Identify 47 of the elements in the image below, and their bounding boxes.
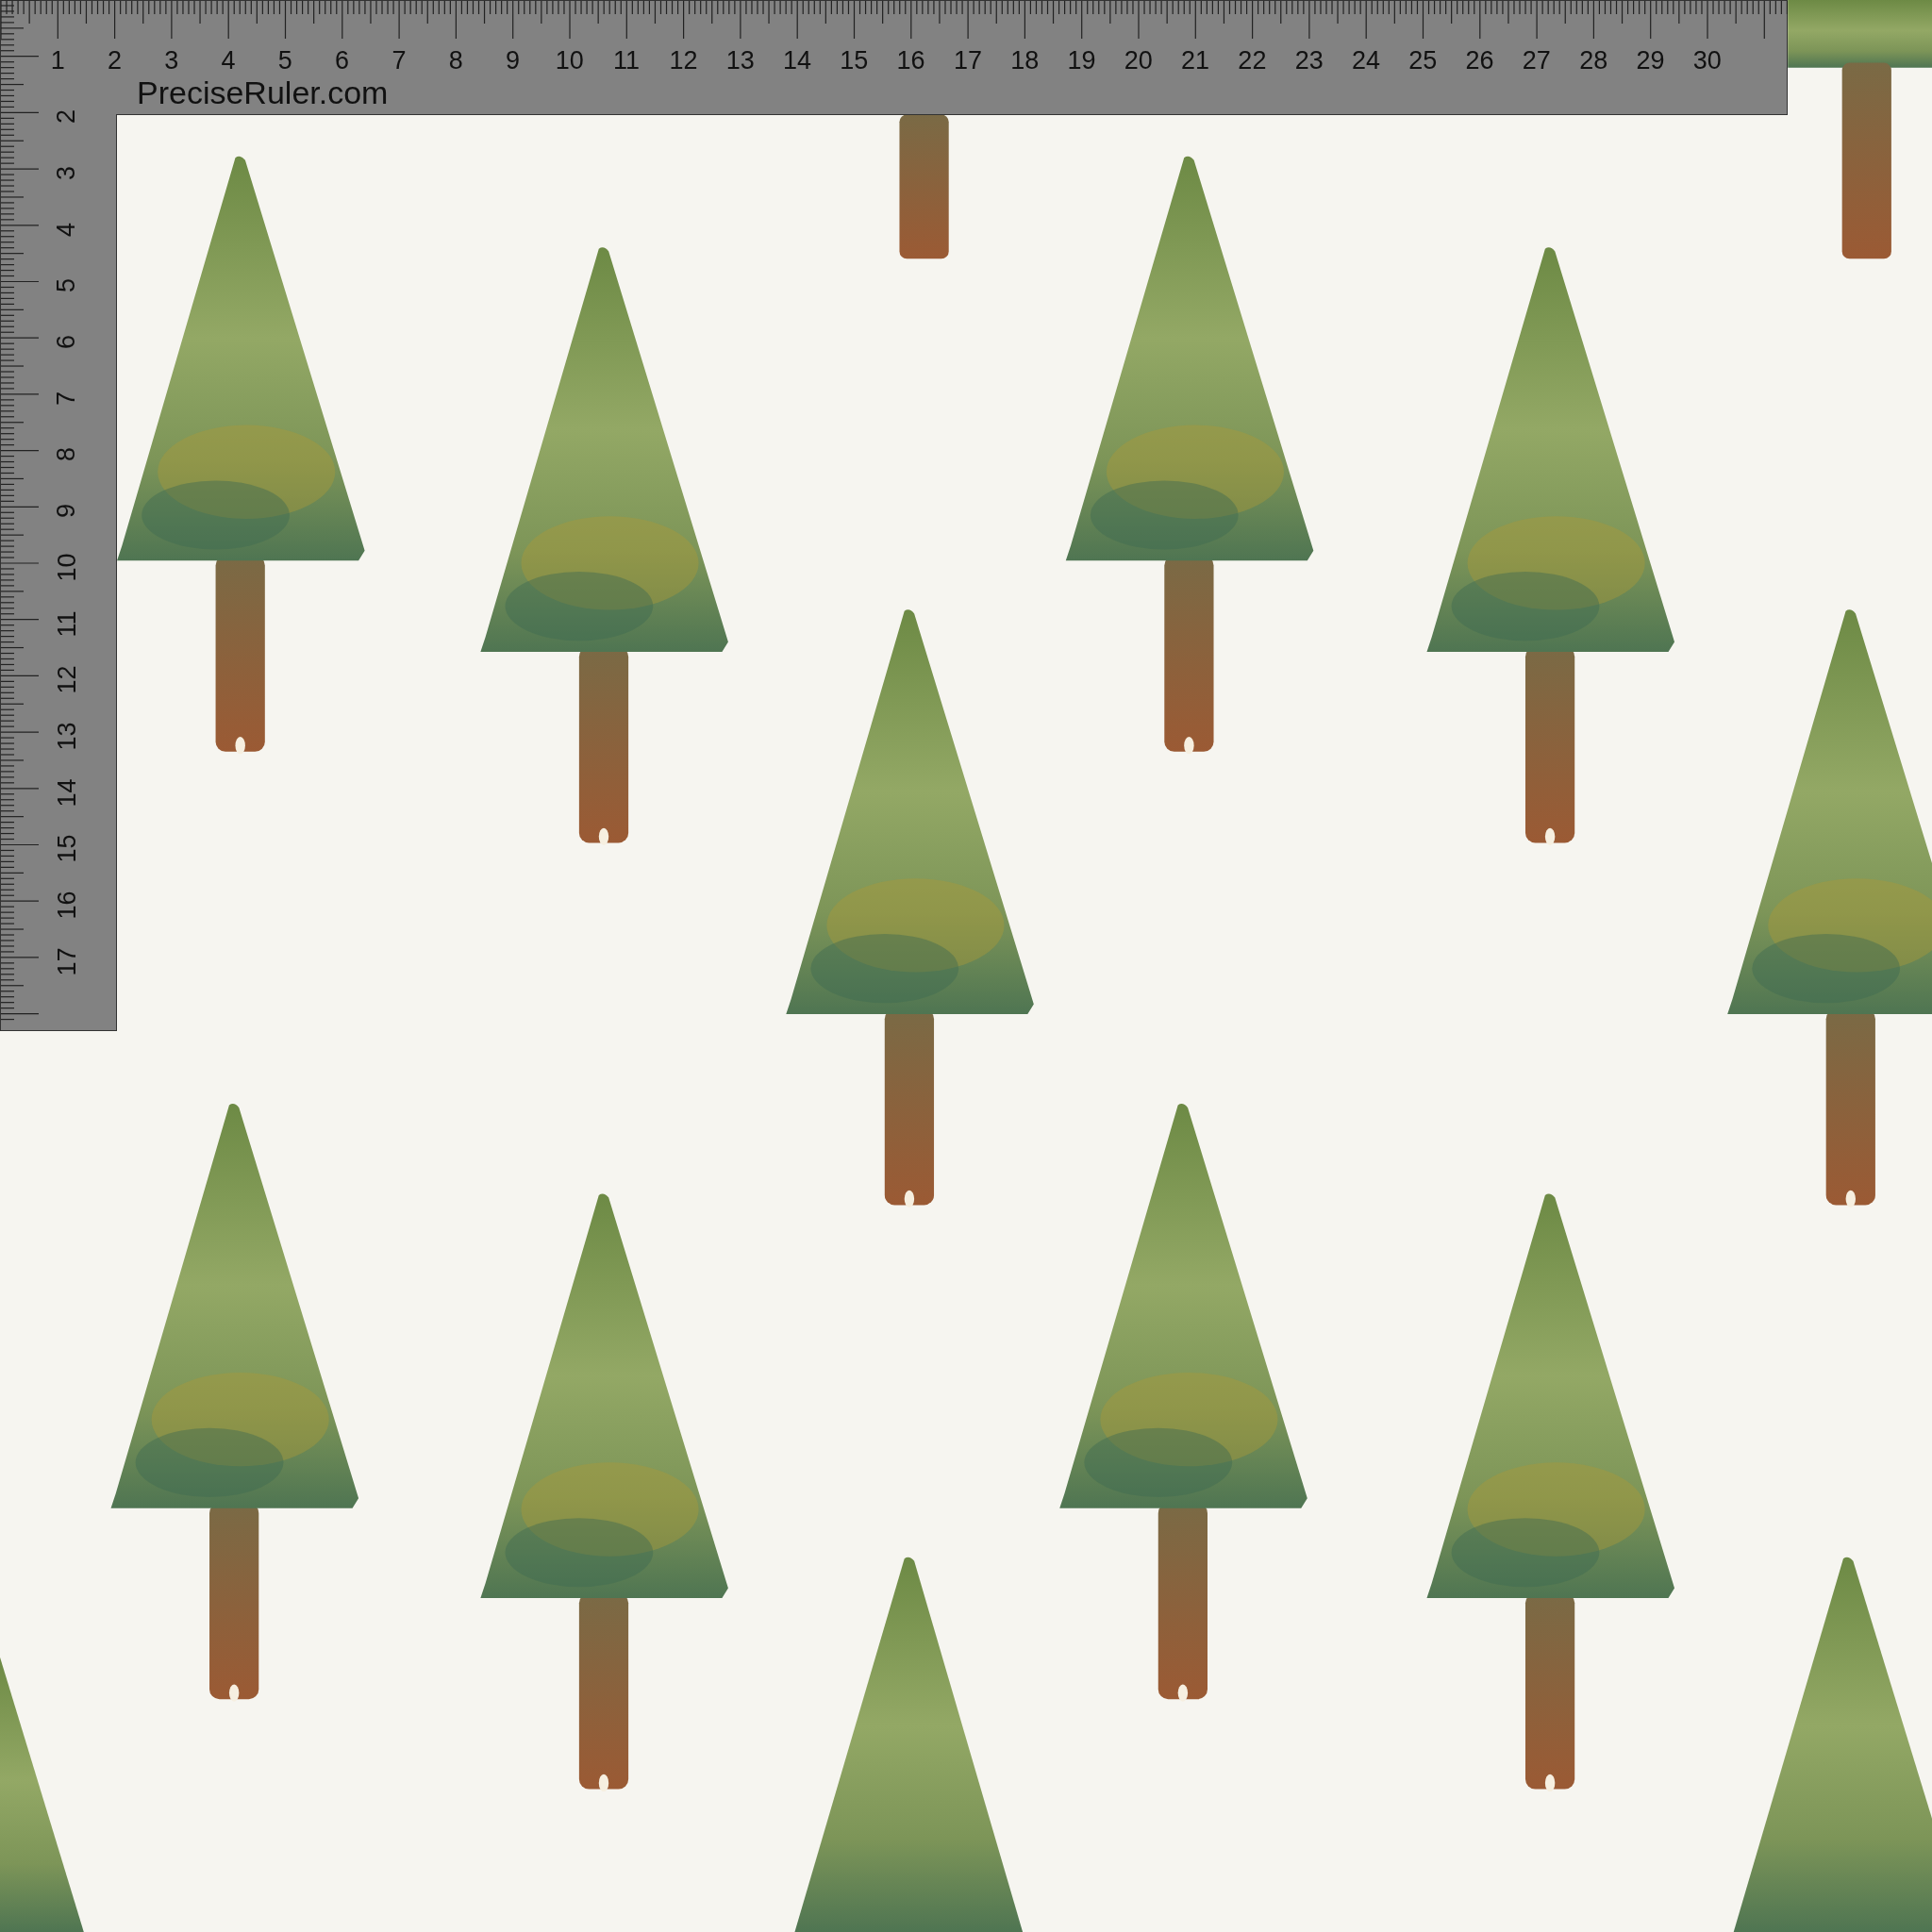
ruler-number: 5 (276, 48, 293, 74)
ruler-number: 2 (106, 48, 123, 74)
ruler-number: 4 (220, 48, 237, 74)
ruler-brand: PreciseRuler.com (137, 76, 389, 108)
ruler-number: 29 (1635, 48, 1666, 74)
ruler-number: 13 (724, 48, 756, 74)
ruler-number: 21 (1180, 48, 1211, 74)
ruler-number: 15 (839, 48, 870, 74)
ruler-number: 10 (554, 48, 585, 74)
ruler-number: 3 (54, 166, 80, 181)
ruler-number: 6 (334, 48, 351, 74)
ruler-number: 14 (782, 48, 813, 74)
ruler-number: 25 (1407, 48, 1439, 74)
ruler-number: 1 (49, 48, 66, 74)
ruler-number: 3 (163, 48, 180, 74)
ruler-number: 12 (54, 665, 80, 694)
ruler-number: 9 (54, 504, 80, 519)
ruler-number: 11 (612, 48, 641, 74)
ruler-number: 4 (54, 222, 80, 237)
ruler-number: 5 (54, 278, 80, 293)
ruler-number: 28 (1578, 48, 1609, 74)
ruler-number: 11 (54, 610, 80, 638)
ruler-number: 7 (391, 48, 408, 74)
ruler-number: 24 (1350, 48, 1381, 74)
ruler-number: 19 (1066, 48, 1097, 74)
ruler-number: 22 (1237, 48, 1268, 74)
ruler-number: 30 (1691, 48, 1723, 74)
ruler-number: 20 (1123, 48, 1154, 74)
ruler-number: 2 (54, 109, 80, 125)
ruler-number: 12 (668, 48, 699, 74)
ruler-number: 18 (1009, 48, 1041, 74)
ruler-number: 15 (54, 834, 80, 863)
ruler-number: 14 (54, 778, 80, 808)
ruler-number: 17 (952, 48, 983, 74)
ruler-number: 9 (505, 48, 522, 74)
ruler-number: 8 (447, 48, 464, 74)
ruler-number: 7 (54, 391, 80, 406)
ruler-number: 26 (1464, 48, 1495, 74)
ruler-number: 6 (54, 335, 80, 350)
ruler-number: 17 (54, 947, 80, 976)
ruler-number: 27 (1521, 48, 1552, 74)
ruler-number: 13 (54, 722, 80, 751)
ruler-number: 16 (54, 891, 80, 920)
ruler-number: 16 (895, 48, 926, 74)
ruler-number: 23 (1293, 48, 1324, 74)
ruler-number: 10 (54, 553, 80, 582)
ruler-number: 8 (54, 447, 80, 462)
